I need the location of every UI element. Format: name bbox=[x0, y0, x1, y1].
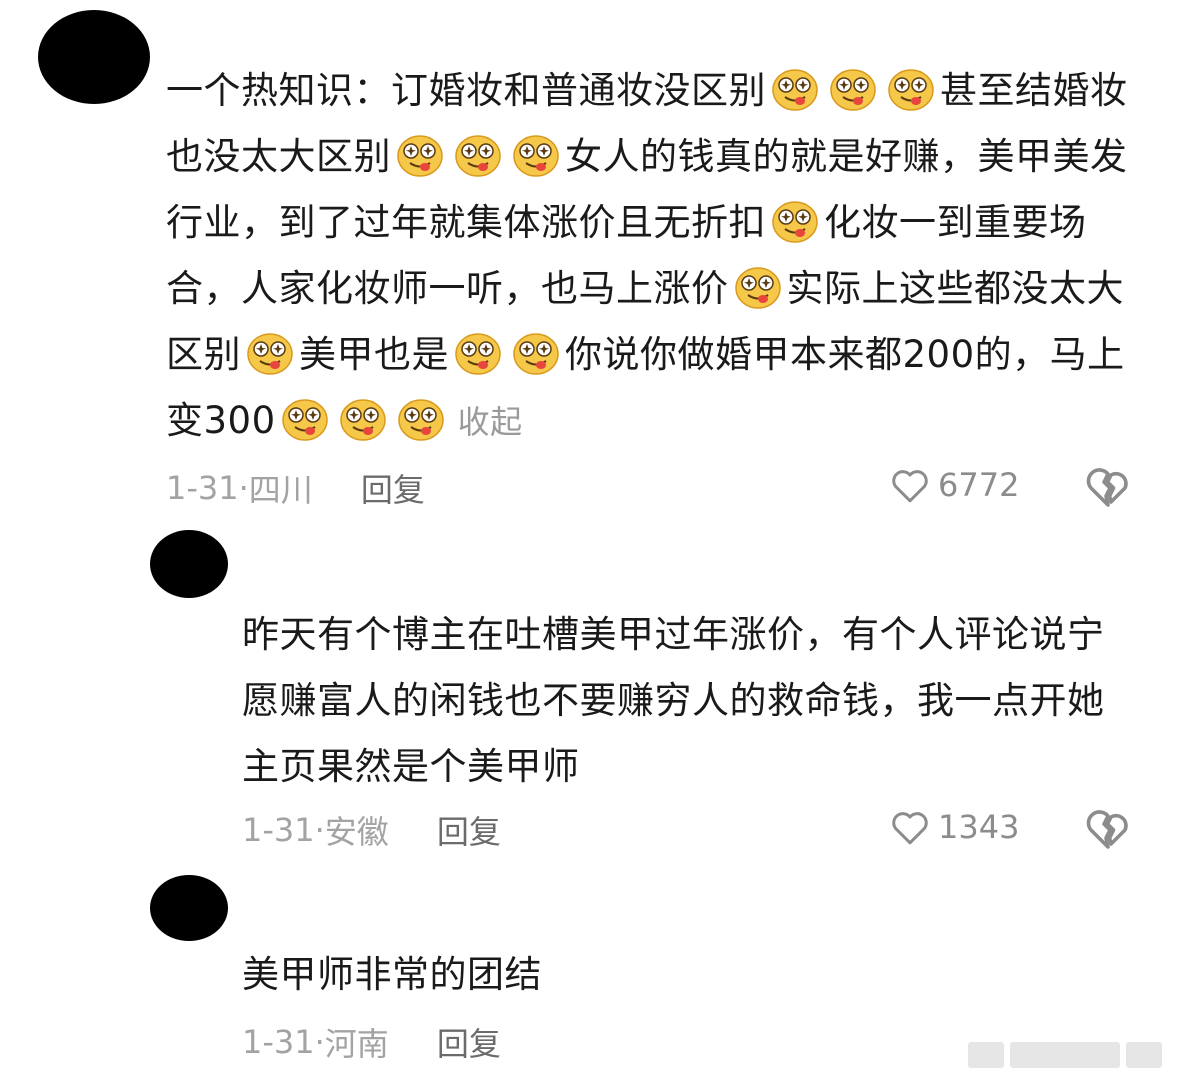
reply-button[interactable]: 回复 bbox=[437, 1019, 501, 1065]
drooling-star-eyes-emoji bbox=[733, 264, 783, 310]
comment-date: 1-31 bbox=[242, 1023, 315, 1061]
comment-meta: 1-31 · 河南 回复 bbox=[242, 1020, 501, 1064]
avatar[interactable] bbox=[150, 530, 228, 598]
drooling-star-eyes-emoji bbox=[396, 396, 446, 442]
dislike-button[interactable] bbox=[1084, 806, 1132, 854]
drooling-star-eyes-emoji bbox=[770, 66, 820, 112]
broken-heart-icon bbox=[1086, 810, 1128, 849]
heart-outline-icon bbox=[892, 470, 928, 503]
collapse-button[interactable]: 收起 bbox=[458, 403, 523, 441]
like-count: 6772 bbox=[938, 466, 1020, 504]
comment-date: 1-31 bbox=[242, 811, 315, 849]
drooling-star-eyes-emoji bbox=[280, 396, 330, 442]
comment-meta: 1-31 · 安徽 回复 bbox=[242, 808, 501, 852]
like-count: 1343 bbox=[938, 808, 1020, 846]
comment-location: 河南 bbox=[324, 1025, 389, 1063]
comment-date: 1-31 bbox=[166, 469, 239, 507]
comment-text: 美甲师非常的团结 bbox=[242, 953, 542, 996]
comment-meta: 1-31 · 四川 回复 bbox=[166, 466, 425, 510]
drooling-star-eyes-emoji bbox=[245, 330, 295, 376]
drooling-star-eyes-emoji bbox=[770, 198, 820, 244]
drooling-star-eyes-emoji bbox=[511, 330, 561, 376]
reply-button[interactable]: 回复 bbox=[361, 465, 425, 511]
comment-location: 四川 bbox=[248, 471, 313, 509]
drooling-star-eyes-emoji bbox=[453, 132, 503, 178]
drooling-star-eyes-emoji bbox=[886, 66, 936, 112]
comment-location: 安徽 bbox=[324, 813, 389, 851]
heart-outline-icon bbox=[892, 812, 928, 845]
dislike-button[interactable] bbox=[1084, 464, 1132, 512]
comment-text: 一个热知识：订婚妆和普通妆没区别 甚至结婚妆也没太大区别 女人的钱真的就是好赚，美甲… bbox=[166, 58, 1141, 455]
avatar[interactable] bbox=[38, 10, 150, 104]
like-button[interactable]: 1343 bbox=[890, 808, 1019, 846]
comment-text: 昨天有个博主在吐槽美甲过年涨价，有个人评论说宁愿赚富人的闲钱也不要赚穷人的救命钱… bbox=[242, 613, 1105, 788]
drooling-star-eyes-emoji bbox=[828, 66, 878, 112]
drooling-star-eyes-emoji bbox=[453, 330, 503, 376]
like-button[interactable]: 6772 bbox=[890, 466, 1019, 504]
watermark bbox=[965, 1042, 1165, 1068]
broken-heart-icon bbox=[1086, 468, 1128, 507]
comment-text-segment: 美甲也是 bbox=[299, 333, 449, 376]
reply-button[interactable]: 回复 bbox=[437, 807, 501, 853]
comment-text-segment: 一个热知识：订婚妆和普通妆没区别 bbox=[166, 69, 766, 112]
drooling-star-eyes-emoji bbox=[338, 396, 388, 442]
drooling-star-eyes-emoji bbox=[511, 132, 561, 178]
drooling-star-eyes-emoji bbox=[395, 132, 445, 178]
avatar[interactable] bbox=[150, 875, 228, 941]
